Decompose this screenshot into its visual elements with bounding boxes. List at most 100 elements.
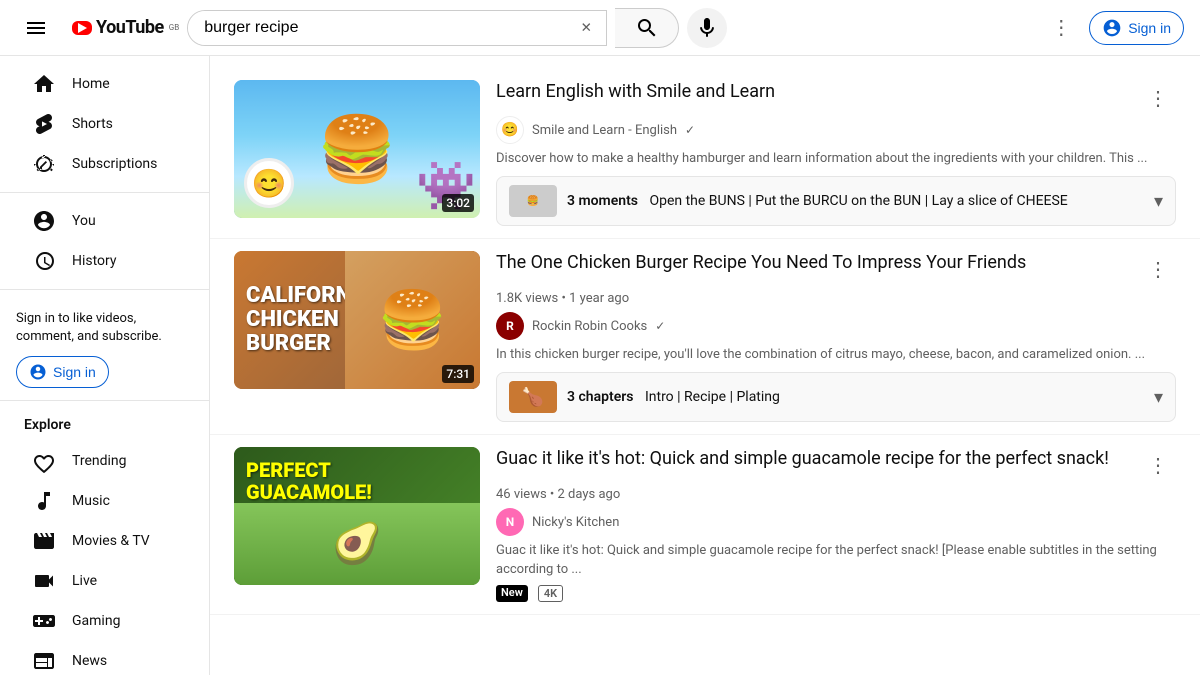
chapters-box-2[interactable]: 🍗 3 chapters Intro | Recipe | Plating ▾ — [496, 372, 1176, 422]
result-header-1: Learn English with Smile and Learn ⋮ — [496, 80, 1176, 116]
sidebar-item-history[interactable]: History — [8, 241, 201, 281]
thumbnail-2[interactable]: CALIFORNIACHICKENBURGER 🍔 7:31 — [234, 251, 480, 389]
result-more-button-1[interactable]: ⋮ — [1140, 80, 1176, 116]
channel-row-1: 😊 Smile and Learn - English ✓ — [496, 116, 1176, 144]
music-icon — [32, 489, 56, 513]
result-meta-3: 46 views • 2 days ago — [496, 487, 1176, 502]
sidebar-item-shorts[interactable]: Shorts — [8, 104, 201, 144]
sidebar-item-home[interactable]: Home — [8, 64, 201, 104]
badges-container: New 4K — [496, 585, 1176, 602]
channel-name-1[interactable]: Smile and Learn - English — [532, 123, 677, 138]
search-icon — [635, 16, 659, 40]
logo-icon — [72, 21, 92, 35]
sidebar: Home Shorts Subscriptions You — [0, 56, 210, 675]
chapters-label-2: 3 chapters Intro | Recipe | Plating — [567, 389, 780, 405]
history-icon — [32, 249, 56, 273]
microphone-icon — [695, 16, 719, 40]
result-header-2: The One Chicken Burger Recipe You Need T… — [496, 251, 1176, 287]
channel-name-2[interactable]: Rockin Robin Cooks — [532, 319, 647, 334]
home-icon — [32, 72, 56, 96]
trending-icon — [32, 449, 56, 473]
result-title-2[interactable]: The One Chicken Burger Recipe You Need T… — [496, 251, 1140, 274]
sidebar-label-movies: Movies & TV — [72, 533, 150, 549]
result-description-1: Discover how to make a healthy hamburger… — [496, 150, 1176, 168]
thumb-text-3: PERFECTGUACAMOLE! — [246, 459, 372, 503]
channel-avatar-2: R — [496, 312, 524, 340]
youtube-logo[interactable]: YouTubeGB — [72, 17, 179, 38]
chapters-count-1: 3 moments — [567, 193, 638, 209]
result-info-3: Guac it like it's hot: Quick and simple … — [496, 447, 1176, 601]
sidebar-divider-2 — [0, 289, 209, 290]
shorts-icon — [32, 112, 56, 136]
result-header-3: Guac it like it's hot: Quick and simple … — [496, 447, 1176, 483]
sidebar-item-movies[interactable]: Movies & TV — [8, 521, 201, 561]
result-more-button-3[interactable]: ⋮ — [1140, 447, 1176, 483]
header-right: ⋮ Sign in — [1041, 8, 1184, 48]
sign-in-button[interactable]: Sign in — [1089, 11, 1184, 45]
sidebar-item-gaming[interactable]: Gaming — [8, 601, 201, 641]
channel-name-3[interactable]: Nicky's Kitchen — [532, 515, 619, 530]
sidebar-item-subscriptions[interactable]: Subscriptions — [8, 144, 201, 184]
chapters-box-1[interactable]: 🍔 3 moments Open the BUNS | Put the BURC… — [496, 176, 1176, 226]
sidebar-label-live: Live — [72, 573, 97, 589]
result-views-3: 46 views — [496, 487, 547, 502]
sidebar-item-trending[interactable]: Trending — [8, 441, 201, 481]
clear-button[interactable]: ✕ — [566, 11, 606, 45]
sidebar-label-music: Music — [72, 493, 110, 509]
sidebar-label-gaming: Gaming — [72, 613, 120, 629]
main-layout: Home Shorts Subscriptions You — [0, 56, 1200, 675]
more-options-button[interactable]: ⋮ — [1041, 8, 1081, 48]
chapters-count-2: 3 chapters — [567, 389, 633, 405]
channel-row-2: R Rockin Robin Cooks ✓ — [496, 312, 1176, 340]
result-info-1: Learn English with Smile and Learn ⋮ 😊 S… — [496, 80, 1176, 226]
search-button[interactable] — [615, 8, 679, 48]
sidebar-sign-in-label: Sign in — [53, 364, 96, 380]
sidebar-label-trending: Trending — [72, 453, 127, 469]
result-time-3: 2 days ago — [558, 487, 621, 502]
sidebar-item-live[interactable]: Live — [8, 561, 201, 601]
result-more-button-2[interactable]: ⋮ — [1140, 251, 1176, 287]
sign-in-label: Sign in — [1128, 20, 1171, 36]
verified-icon-1: ✓ — [685, 123, 695, 137]
meta-separator-2: • — [562, 291, 570, 306]
account-icon — [1102, 18, 1122, 38]
result-description-3: Guac it like it's hot: Quick and simple … — [496, 542, 1176, 578]
sidebar-label-home: Home — [72, 76, 110, 92]
live-icon — [32, 569, 56, 593]
menu-button[interactable] — [16, 8, 56, 48]
gaming-icon — [32, 609, 56, 633]
thumbnail-1[interactable]: 🍔 👾 😊 3:02 — [234, 80, 480, 218]
search-container: ✕ — [187, 8, 727, 48]
result-title-1[interactable]: Learn English with Smile and Learn — [496, 80, 1140, 103]
logo-text: YouTube — [96, 17, 164, 38]
chapters-content-2: Intro | Recipe | Plating — [645, 389, 780, 405]
thumbnail-3[interactable]: PERFECTGUACAMOLE! 🥑 — [234, 447, 480, 585]
result-views-2: 1.8K views — [496, 291, 558, 306]
chapters-thumbnail-1: 🍔 — [509, 185, 557, 217]
new-badge: New — [496, 585, 528, 602]
sidebar-item-news[interactable]: News — [8, 641, 201, 675]
sidebar-label-history: History — [72, 253, 117, 269]
sidebar-account-icon — [29, 363, 47, 381]
sidebar-item-music[interactable]: Music — [8, 481, 201, 521]
k4-badge: 4K — [538, 585, 563, 602]
duration-badge-2: 7:31 — [442, 365, 474, 383]
hamburger-icon — [24, 16, 48, 40]
channel-row-3: N Nicky's Kitchen — [496, 508, 1176, 536]
chapters-label-1: 3 moments Open the BUNS | Put the BURCU … — [567, 193, 1068, 209]
result-description-2: In this chicken burger recipe, you'll lo… — [496, 346, 1176, 364]
duration-badge-1: 3:02 — [442, 194, 474, 212]
search-input[interactable] — [188, 11, 566, 45]
result-info-2: The One Chicken Burger Recipe You Need T… — [496, 251, 1176, 422]
subscriptions-icon — [32, 152, 56, 176]
search-bar: ✕ — [187, 10, 607, 46]
voice-search-button[interactable] — [687, 8, 727, 48]
sidebar-sign-in-button[interactable]: Sign in — [16, 356, 109, 388]
header-left: YouTubeGB — [16, 8, 179, 48]
result-title-3[interactable]: Guac it like it's hot: Quick and simple … — [496, 447, 1140, 470]
search-results: 🍔 👾 😊 3:02 Learn English with Smi — [210, 56, 1200, 675]
result-item-3: PERFECTGUACAMOLE! 🥑 Guac it like it's ho… — [210, 435, 1200, 614]
chapters-expand-icon-1: ▾ — [1154, 191, 1163, 212]
sidebar-item-you[interactable]: You — [8, 201, 201, 241]
clear-icon: ✕ — [581, 20, 592, 36]
